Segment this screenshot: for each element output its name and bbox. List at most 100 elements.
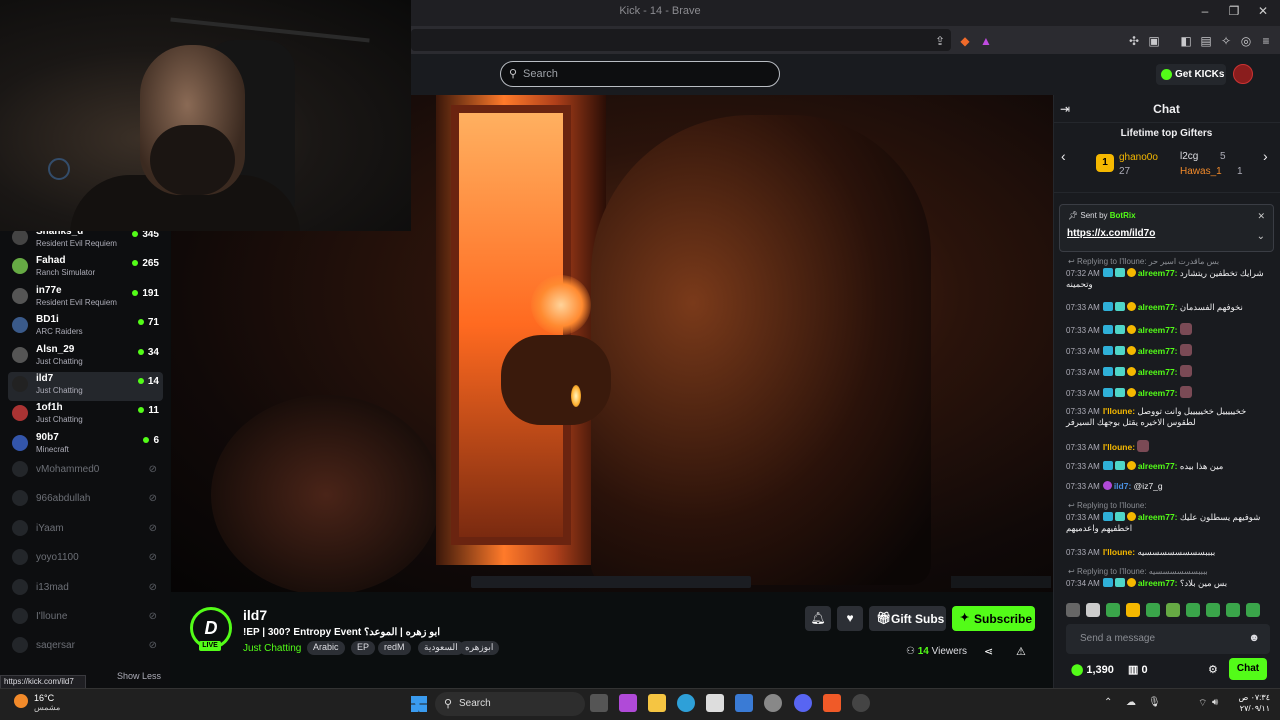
emote-icon[interactable] [1086, 603, 1100, 617]
gifter-name[interactable]: l2cg [1180, 151, 1198, 162]
sidebar-channel-bd1i[interactable]: BD1i ARC Raiders 71 [8, 313, 163, 342]
message-username[interactable]: alreem77: [1138, 346, 1178, 356]
file-explorer-icon[interactable] [648, 694, 666, 712]
emote-icon[interactable] [1146, 603, 1160, 617]
channel-name[interactable]: ild7 [243, 607, 267, 623]
show-less-button[interactable]: Show Less [117, 671, 161, 681]
brave-rewards-icon[interactable]: ▲ [978, 33, 994, 49]
sidebar-toggle-icon[interactable]: ◧ [1178, 33, 1194, 49]
sidebar-channel-90b7[interactable]: 90b7 Minecraft 6 [8, 431, 163, 460]
message-username[interactable]: alreem77: [1138, 461, 1178, 471]
emoji-picker-icon[interactable]: ☻ [1248, 632, 1260, 644]
chat-message[interactable]: 07:33 AM alreem77: نخوفهم الفسدمان [1066, 302, 1272, 313]
sidebar-channel-offline[interactable]: vMohammed0 ⊘ [8, 457, 163, 486]
tag[interactable]: السعودية [418, 641, 464, 655]
sidebar-channel-ild7[interactable]: ild7 Just Chatting 14 [8, 372, 163, 401]
pinned-link[interactable]: https://x.com/ild7o [1067, 228, 1155, 239]
get-kicks-button[interactable]: Get KICKs [1156, 64, 1226, 85]
sidebar-channel-offline[interactable]: saqersar ⊘ [8, 633, 163, 662]
chat-message[interactable]: 07:33 AM I'lloune: ببببسسسسسسسسيه [1066, 547, 1272, 558]
sidebar-channel-alsn_29[interactable]: Alsn_29 Just Chatting 34 [8, 343, 163, 372]
mail-icon[interactable] [735, 694, 753, 712]
sidebar-channel-offline[interactable]: iYaam ⊘ [8, 516, 163, 545]
reply-context[interactable]: ↩ Replying to I'lloune: [1068, 501, 1147, 510]
send-chat-button[interactable]: Chat [1229, 658, 1267, 680]
settings-icon[interactable] [764, 694, 782, 712]
tag[interactable]: Arabic [307, 641, 345, 655]
system-clock[interactable]: ٠٧:٣٤ ص ٢٧/٠٩/١١ [1228, 692, 1270, 714]
message-username[interactable]: alreem77: [1138, 367, 1178, 377]
taskbar-search[interactable]: ⚲ Search [435, 692, 585, 716]
maximize-button[interactable]: ❐ [1219, 4, 1249, 22]
emote-icon[interactable] [1186, 603, 1200, 617]
message-username[interactable]: alreem77: [1138, 388, 1178, 398]
wifi-icon[interactable]: ⌔ [1198, 697, 1207, 710]
gifter-name[interactable]: ghano0o [1119, 152, 1158, 163]
chat-message[interactable]: 07:33 AM I'lloune: خخيييييل خخيييييل وانت… [1066, 406, 1272, 428]
search-input[interactable]: ⚲ Search [500, 61, 780, 87]
reply-context[interactable]: ↩ Replying to I'lloune: ببببسسسسسسيه [1068, 567, 1208, 576]
weather-widget[interactable]: 16°C مشمس [34, 693, 60, 712]
gifters-prev-icon[interactable]: ‹ [1061, 148, 1066, 164]
tray-chevron-icon[interactable]: ⌃ [1104, 697, 1112, 708]
extensions-icon[interactable]: ✣ [1126, 33, 1142, 49]
message-username[interactable]: alreem77: [1138, 268, 1178, 278]
chat-message[interactable]: 07:33 AM I'lloune: [1066, 440, 1272, 453]
close-window-button[interactable]: ✕ [1248, 4, 1278, 22]
tag[interactable]: EP [351, 641, 376, 655]
task-view-icon[interactable] [590, 694, 608, 712]
subscribe-button[interactable]: ✦ Subscribe [952, 606, 1035, 631]
message-username[interactable]: I'lloune: [1103, 442, 1135, 452]
message-username[interactable]: alreem77: [1138, 325, 1178, 335]
sidebar-channel-offline[interactable]: 966abdullah ⊘ [8, 486, 163, 515]
chat-message[interactable]: 07:33 AM alreem77: [1066, 365, 1272, 378]
message-username[interactable]: ild7: [1114, 481, 1131, 491]
gift-subs-button[interactable]: 🎁︎ Gift Subs [869, 606, 946, 631]
edge-icon[interactable] [677, 694, 695, 712]
sidebar-channel-fahad[interactable]: Fahad Ranch Simulator 265 [8, 254, 163, 283]
stash-count[interactable]: ▥ 0 [1128, 663, 1148, 676]
minimize-button[interactable]: – [1190, 4, 1220, 22]
chat-message[interactable]: 07:33 AM alreem77: [1066, 344, 1272, 357]
sidebar-channel-in77e[interactable]: in77e Resident Evil Requiem 191 [8, 284, 163, 313]
message-username[interactable]: I'lloune: [1103, 406, 1135, 416]
pinned-message[interactable]: 📌︎ Sent by BotRix ✕ https://x.com/ild7o … [1059, 204, 1274, 252]
sidebar-channel-offline[interactable]: I'lloune ⊘ [8, 604, 163, 633]
chat-message[interactable]: 07:33 AM alreem77: شوفيهم يسطلون عليك اخط… [1066, 512, 1272, 534]
chevron-down-icon[interactable]: ⌄ [1257, 231, 1265, 242]
brave-icon[interactable] [823, 694, 841, 712]
tag[interactable]: ابوزهره [459, 641, 500, 655]
chat-message[interactable]: 07:33 AM alreem77: [1066, 323, 1272, 336]
notification-bell-button[interactable]: 🔔︎ [805, 606, 831, 631]
wallet-icon[interactable]: ▤ [1198, 33, 1214, 49]
sidebar-channel-offline[interactable]: i13mad ⊘ [8, 575, 163, 604]
media-icon[interactable]: ▣ [1146, 33, 1162, 49]
emote-icon[interactable] [1066, 603, 1080, 617]
chat-message[interactable]: 07:32 AM alreem77: شرايك تخطفين ريتشارد و… [1066, 268, 1272, 290]
message-username[interactable]: alreem77: [1138, 578, 1178, 588]
sidebar-channel-offline[interactable]: yoyo1100 ⊘ [8, 545, 163, 574]
address-bar[interactable] [411, 29, 951, 51]
chat-input[interactable]: Send a message ☻ [1066, 624, 1270, 654]
unpin-icon[interactable]: ✕ [1257, 211, 1265, 222]
volume-icon[interactable]: 🔊︎ [1212, 697, 1218, 708]
menu-icon[interactable]: ≡ [1258, 33, 1274, 49]
tag[interactable]: redM [378, 641, 411, 655]
gifter-name[interactable]: Hawas_1 [1180, 166, 1222, 177]
chat-message[interactable]: 07:33 AM alreem77: مين هذا بيده [1066, 461, 1272, 472]
message-username[interactable]: alreem77: [1138, 512, 1178, 522]
stream-category[interactable]: Just Chatting [243, 643, 301, 654]
emote-icon[interactable] [1166, 603, 1180, 617]
obs-icon[interactable] [852, 694, 870, 712]
app-icon[interactable] [619, 694, 637, 712]
user-avatar[interactable] [1233, 64, 1253, 84]
message-username[interactable]: alreem77: [1138, 302, 1178, 312]
report-icon[interactable]: ⚠ [1016, 645, 1026, 658]
message-username[interactable]: I'lloune: [1103, 547, 1135, 557]
reply-context[interactable]: ↩ Replying to I'lloune: بس ماقدرت اسير ح… [1068, 257, 1219, 266]
store-icon[interactable] [706, 694, 724, 712]
chat-message[interactable]: 07:34 AM alreem77: بس مين بلاد؟ [1066, 578, 1272, 589]
share-icon[interactable]: ⋖ [984, 645, 993, 658]
channel-points[interactable]: ⬤ 1,390 [1071, 663, 1114, 676]
sidebar-channel-1of1h[interactable]: 1of1h Just Chatting 11 [8, 401, 163, 430]
